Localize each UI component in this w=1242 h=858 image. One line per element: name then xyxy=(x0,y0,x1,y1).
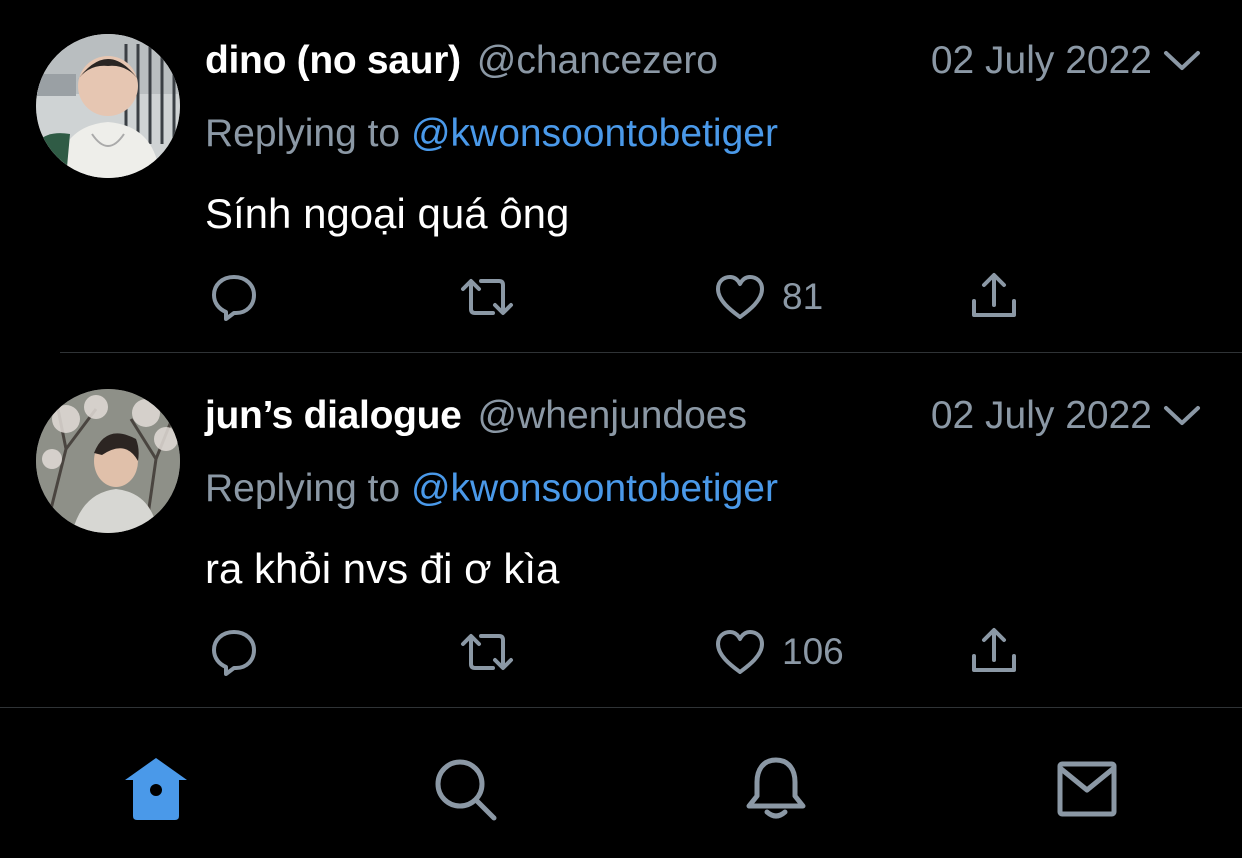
tab-search[interactable] xyxy=(430,754,500,824)
tweet-header: dino (no saur) @chancezero 02 July 2022 xyxy=(205,36,1202,86)
reply-icon xyxy=(212,630,256,676)
replying-to-label: Replying to xyxy=(205,467,411,510)
search-icon xyxy=(435,759,497,821)
chevron-down-icon[interactable] xyxy=(1162,48,1202,74)
like-button[interactable]: 106 xyxy=(712,623,844,681)
replying-to: Replying to @kwonsoontobetiger xyxy=(205,467,778,511)
replying-to-label: Replying to xyxy=(205,112,411,155)
tweet-text: Sính ngoại quá ông xyxy=(205,190,570,237)
share-button[interactable] xyxy=(966,623,1022,681)
share-icon xyxy=(972,273,1016,317)
retweet-button[interactable] xyxy=(459,623,515,681)
chevron-down-icon[interactable] xyxy=(1162,403,1202,429)
tweet-text: ra khỏi nvs đi ơ kìa xyxy=(205,545,560,592)
user-handle[interactable]: @whenjundoes xyxy=(478,394,747,438)
retweet-button[interactable] xyxy=(459,268,515,326)
reply-button[interactable] xyxy=(206,623,262,681)
tweet-actions: 81 xyxy=(0,268,1242,326)
like-count: 81 xyxy=(782,276,824,317)
tab-messages[interactable] xyxy=(1052,754,1122,824)
tweet-divider xyxy=(60,352,1242,353)
display-name[interactable]: jun’s dialogue xyxy=(205,394,462,438)
tweet[interactable]: jun’s dialogue @whenjundoes 02 July 2022… xyxy=(0,355,1242,709)
like-count: 106 xyxy=(782,631,844,672)
like-button[interactable]: 81 xyxy=(712,268,823,326)
bottom-tab-bar xyxy=(0,708,1242,858)
user-handle[interactable]: @chancezero xyxy=(477,39,718,83)
tweet-date: 02 July 2022 xyxy=(930,394,1152,437)
mention-link[interactable]: @kwonsoontobetiger xyxy=(411,112,778,155)
home-icon xyxy=(125,758,187,820)
reply-icon xyxy=(212,275,256,321)
share-icon xyxy=(972,628,1016,672)
tweet-actions: 106 xyxy=(0,623,1242,681)
heart-icon xyxy=(716,275,764,319)
retweet-icon xyxy=(461,279,513,315)
tab-notifications[interactable] xyxy=(741,754,811,824)
reply-button[interactable] xyxy=(206,268,262,326)
tweet[interactable]: dino (no saur) @chancezero 02 July 2022 … xyxy=(0,0,1242,354)
display-name[interactable]: dino (no saur) xyxy=(205,39,461,83)
mention-link[interactable]: @kwonsoontobetiger xyxy=(411,467,778,510)
bell-icon xyxy=(746,757,806,819)
heart-icon xyxy=(716,630,764,674)
share-button[interactable] xyxy=(966,268,1022,326)
retweet-icon xyxy=(461,634,513,670)
replying-to: Replying to @kwonsoontobetiger xyxy=(205,112,778,156)
tab-home[interactable] xyxy=(121,754,191,824)
tweet-header: jun’s dialogue @whenjundoes 02 July 2022 xyxy=(205,391,1202,441)
mail-icon xyxy=(1057,761,1117,817)
avatar[interactable] xyxy=(36,389,180,533)
tweet-date: 02 July 2022 xyxy=(930,39,1152,82)
avatar[interactable] xyxy=(36,34,180,178)
